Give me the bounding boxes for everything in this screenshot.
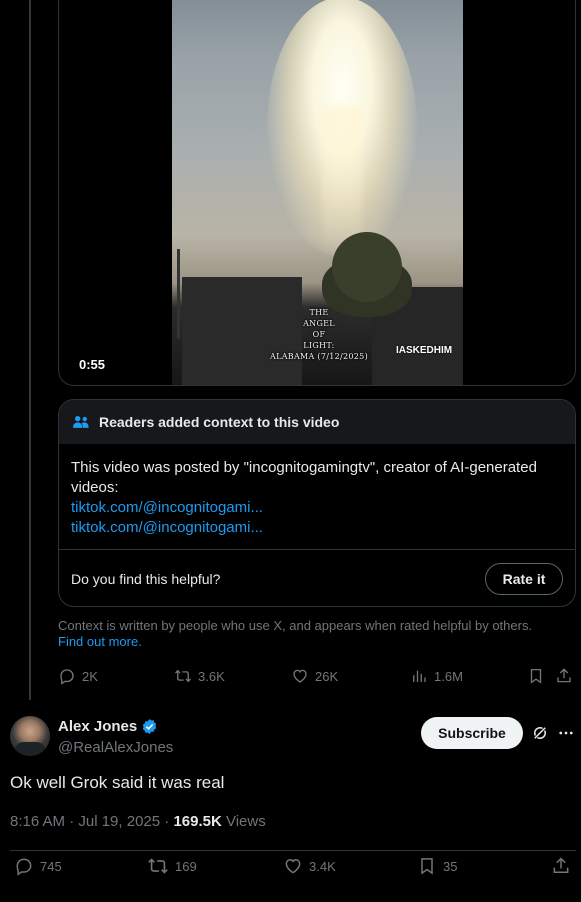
post-metadata: 8:16 AM · Jul 19, 2025 · 169.5K Views [10, 813, 266, 830]
repost-icon [175, 669, 191, 683]
community-note: Readers added context to this video This… [58, 399, 576, 607]
share-button[interactable] [555, 667, 579, 685]
community-note-text: This video was posted by "incognitogamin… [71, 459, 537, 496]
video-frame: THE ANGEL OF LIGHT: ALABAMA (7/12/2025) … [172, 0, 463, 385]
divider [10, 850, 576, 851]
post-views-label: Views [221, 813, 266, 830]
subscribe-button[interactable]: Subscribe [421, 717, 523, 749]
post-text: Ok well Grok said it was real [10, 773, 225, 792]
utility-pole [177, 249, 180, 339]
more-options-icon[interactable] [557, 724, 575, 742]
people-icon [73, 416, 89, 428]
reply-count: 745 [40, 858, 62, 874]
video-watermark: IASKEDHIM [396, 345, 453, 356]
community-note-header: Readers added context to this video [59, 400, 575, 444]
context-disclaimer-text: Context is written by people who use X, … [58, 618, 533, 633]
helpful-question: Do you find this helpful? [71, 570, 221, 587]
like-count: 26K [315, 668, 339, 684]
heart-icon [293, 669, 307, 683]
video-overlay-caption: THE ANGEL OF LIGHT: ALABAMA (7/12/2025) [264, 307, 374, 362]
repost-button[interactable]: 3.6K [174, 667, 225, 685]
tree-silhouette [332, 232, 402, 302]
reply-count: 2K [82, 668, 98, 684]
analytics-icon [413, 670, 426, 682]
community-note-link[interactable]: tiktok.com/@incognitogami... [71, 498, 563, 518]
bookmark-button[interactable]: 35 [417, 856, 457, 876]
grok-icon[interactable] [531, 724, 549, 742]
author-handle[interactable]: @RealAlexJones [58, 739, 173, 756]
avatar[interactable] [10, 716, 50, 756]
find-out-more-link[interactable]: Find out more. [58, 634, 142, 649]
caption-line: OF [312, 330, 326, 339]
repost-count: 3.6K [198, 668, 225, 684]
like-button[interactable]: 26K [291, 667, 338, 685]
caption-line: ALABAMA (7/12/2025) [270, 352, 368, 361]
rate-it-button[interactable]: Rate it [485, 562, 563, 595]
views-button[interactable]: 1.6M [410, 667, 463, 685]
avatar-suit [14, 742, 46, 756]
reply-button[interactable]: 745 [14, 856, 62, 876]
share-icon [553, 857, 569, 873]
caption-line: ANGEL [303, 319, 335, 328]
reply-icon [16, 858, 32, 876]
caption-line: LIGHT: [303, 341, 335, 350]
views-count: 1.6M [434, 668, 463, 684]
video-duration: 0:55 [79, 357, 106, 372]
verified-badge-icon [143, 719, 157, 734]
reply-button[interactable]: 2K [58, 667, 98, 685]
community-note-footer: Do you find this helpful? Rate it [59, 550, 575, 606]
community-note-link[interactable]: tiktok.com/@incognitogami... [71, 518, 563, 538]
community-note-title: Readers added context to this video [99, 414, 340, 430]
post-views-count: 169.5K [173, 813, 222, 830]
heart-icon [285, 858, 301, 874]
share-button[interactable] [551, 856, 577, 876]
bookmark-count: 35 [443, 858, 458, 874]
bookmark-icon [530, 668, 542, 684]
bookmark-icon [421, 858, 433, 875]
repost-count: 169 [175, 858, 197, 874]
share-icon [557, 668, 571, 683]
caption-line: THE [309, 308, 329, 317]
context-disclaimer: Context is written by people who use X, … [58, 618, 568, 650]
community-note-body: This video was posted by "incognitogamin… [59, 444, 575, 549]
author-name-text: Alex Jones [58, 718, 138, 735]
bookmark-button[interactable] [527, 667, 551, 685]
like-count: 3.4K [309, 858, 336, 874]
repost-button[interactable]: 169 [147, 855, 197, 877]
repost-icon [148, 858, 168, 874]
post-timestamp[interactable]: 8:16 AM · Jul 19, 2025 · [10, 813, 173, 830]
author-name[interactable]: Alex Jones [58, 718, 158, 735]
reply-icon [60, 669, 74, 685]
like-button[interactable]: 3.4K [283, 856, 336, 876]
thread-connector-line [29, 0, 31, 700]
video-player[interactable]: THE ANGEL OF LIGHT: ALABAMA (7/12/2025) … [58, 0, 576, 386]
